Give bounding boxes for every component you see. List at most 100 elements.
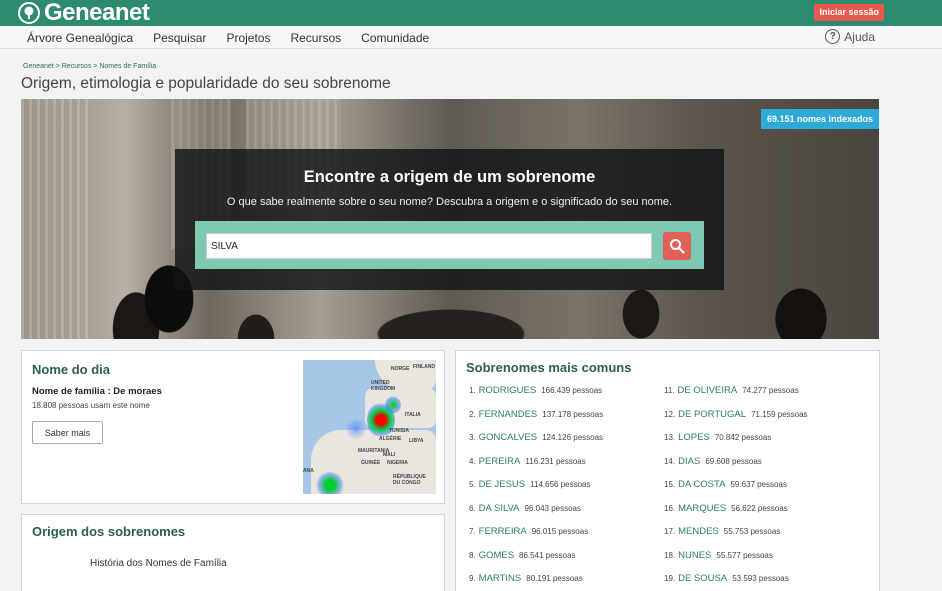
surname-search-input[interactable]: [206, 233, 652, 259]
nav-comunidade[interactable]: Comunidade: [361, 31, 429, 45]
breadcrumb-nomes[interactable]: Nomes de Família: [99, 63, 156, 70]
list-item: 13. LOPES 70.842 pessoas: [664, 432, 771, 444]
list-item: 11. DE OLIVEIRA 74.277 pessoas: [664, 385, 799, 397]
sobrenomes-comuns-card: Sobrenomes mais comuns 1. RODRIGUES 166.43…: [455, 350, 880, 591]
rank: 4.: [469, 456, 476, 466]
heat-spot: [315, 472, 345, 494]
count: 124.126 pessoas: [542, 433, 604, 442]
nav-arvore[interactable]: Árvore Genealógica: [27, 31, 133, 45]
surname-link[interactable]: RODRIGUES: [479, 385, 537, 396]
list-item: 4. PEREIRA 116.231 pessoas: [469, 456, 586, 468]
geneanet-logo[interactable]: Geneanet: [18, 0, 150, 26]
rank: 9.: [469, 574, 476, 583]
surname-link[interactable]: DIAS: [678, 456, 700, 467]
list-item: 15. DA COSTA 59.637 pessoas: [664, 479, 787, 491]
nav-projetos[interactable]: Projetos: [226, 31, 270, 45]
list-item: 3. GONCALVES 124.126 pessoas: [469, 432, 603, 444]
count: 69.608 pessoas: [705, 456, 762, 466]
rank: 2.: [469, 409, 476, 419]
list-item: 12. DE PORTUGAL 71.159 pessoas: [664, 409, 808, 421]
surname-link[interactable]: PEREIRA: [479, 456, 521, 467]
map-label: NIGERIA: [387, 460, 408, 466]
count: 80.191 pessoas: [526, 574, 583, 583]
surname-link[interactable]: GOMES: [479, 550, 514, 561]
search-icon: [670, 239, 685, 254]
rank: 3.: [469, 433, 476, 442]
surname-link[interactable]: FERREIRA: [479, 526, 527, 537]
map-label: UNITED KINGDOM: [371, 380, 396, 392]
count: 74.277 pessoas: [742, 386, 799, 395]
nav-recursos[interactable]: Recursos: [290, 31, 341, 45]
rank: 19.: [664, 574, 676, 583]
breadcrumb-geneanet[interactable]: Geneanet: [23, 63, 54, 70]
help-icon: ?: [825, 29, 841, 44]
list-item: 17. MENDES 55.753 pessoas: [664, 526, 780, 538]
map-label: RÉPUBLIQUE DU CONGO: [393, 474, 426, 486]
rank: 6.: [469, 503, 476, 513]
hero-banner: 69.151 nomes indexados Encontre a origem…: [21, 99, 879, 339]
surname-link[interactable]: NUNES: [678, 550, 711, 561]
map-label: ANA: [303, 468, 314, 474]
tree-logo-icon: [18, 2, 40, 24]
map-label: ALGÉRIE: [379, 436, 402, 442]
surname-link[interactable]: DE PORTUGAL: [678, 409, 746, 420]
search-button[interactable]: [663, 232, 691, 260]
count: 55.577 pessoas: [716, 550, 773, 560]
list-item: 5. DE JESUS 114.656 pessoas: [469, 479, 590, 491]
count: 137.178 pessoas: [542, 409, 604, 419]
surname-link[interactable]: LOPES: [678, 432, 710, 443]
historia-link[interactable]: História dos Nomes de Família: [90, 558, 227, 569]
distribution-heatmap[interactable]: NORGE FINLAND UNITED KINGDOM ITALIA TUNI…: [303, 360, 436, 494]
nav-pesquisar[interactable]: Pesquisar: [153, 31, 206, 45]
breadcrumb: Geneanet > Recursos > Nomes de Família: [23, 63, 156, 70]
surname-link[interactable]: FERNANDES: [479, 409, 538, 420]
surname-link[interactable]: MARTINS: [479, 573, 522, 584]
heat-spot: [385, 396, 401, 414]
count: 53.593 pessoas: [732, 574, 789, 583]
count: 59.637 pessoas: [730, 480, 787, 489]
list-item: 1. RODRIGUES 166.439 pessoas: [469, 385, 602, 397]
login-button[interactable]: Iniciar sessão: [814, 4, 884, 21]
nome-do-dia-title: Nome do dia: [32, 362, 111, 377]
rank: 7.: [469, 527, 476, 536]
count: 55.753 pessoas: [723, 527, 781, 536]
count: 166.439 pessoas: [541, 386, 603, 395]
search-subtitle: O que sabe realmente sobre o seu nome? D…: [226, 196, 673, 208]
surname-link[interactable]: MENDES: [678, 526, 719, 537]
count: 116.231 pessoas: [525, 456, 586, 466]
rank: 1.: [469, 386, 476, 395]
map-label: LIBYA: [409, 438, 424, 444]
logo-text: Geneanet: [44, 0, 150, 26]
surname-link[interactable]: MARQUES: [678, 503, 726, 514]
list-item: 9. MARTINS 80.191 pessoas: [469, 573, 583, 585]
breadcrumb-recursos[interactable]: Recursos: [62, 63, 92, 70]
list-item: 18. NUNES 55.577 pessoas: [664, 550, 773, 562]
search-bar: [195, 221, 704, 269]
surname-link[interactable]: GONCALVES: [479, 432, 537, 443]
page-title: Origem, etimologia e popularidade do seu…: [21, 75, 391, 92]
surname-link[interactable]: DE SOUSA: [678, 573, 727, 584]
main-nav: Árvore Genealógica Pesquisar Projetos Re…: [0, 26, 942, 49]
surname-link[interactable]: DE JESUS: [479, 479, 525, 490]
origem-card: Origem dos sobrenomes História dos Nomes…: [21, 514, 445, 591]
count: 71.159 pessoas: [751, 409, 808, 419]
comuns-title: Sobrenomes mais comuns: [466, 360, 632, 375]
surname-link[interactable]: DE OLIVEIRA: [678, 385, 738, 396]
rank: 11.: [664, 386, 675, 395]
rank: 15.: [664, 480, 676, 489]
list-item: 16. MARQUES 56.622 pessoas: [664, 503, 788, 515]
help-link[interactable]: ? Ajuda: [825, 29, 875, 44]
map-label: TUNISIA: [389, 428, 409, 434]
breadcrumb-sep: >: [93, 63, 98, 70]
rank: 13.: [664, 433, 676, 442]
surname-link[interactable]: DA COSTA: [678, 479, 725, 490]
saber-mais-button[interactable]: Saber mais: [32, 421, 103, 444]
rank: 18.: [664, 550, 676, 560]
rank: 8.: [469, 550, 476, 560]
surname-link[interactable]: DA SILVA: [479, 503, 520, 514]
count: 96.015 pessoas: [531, 527, 589, 536]
nome-do-dia-name: Nome de família : De moraes: [32, 386, 162, 397]
count: 114.656 pessoas: [530, 480, 591, 489]
list-item: 7. FERREIRA 96.015 pessoas: [469, 526, 588, 538]
list-item: 14. DIAS 69.608 pessoas: [664, 456, 762, 468]
